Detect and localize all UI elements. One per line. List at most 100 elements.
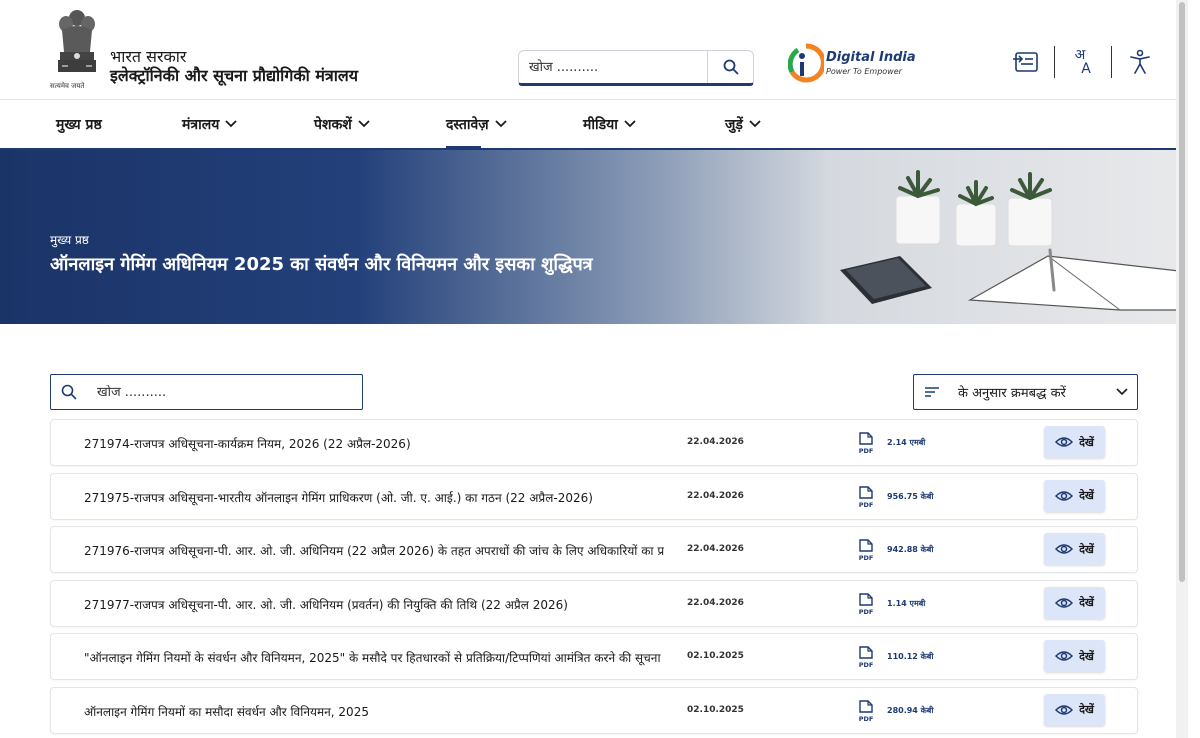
view-button[interactable]: देखें: [1044, 533, 1105, 565]
nav-item-ministry[interactable]: मंत्रालय: [182, 100, 237, 148]
eye-icon: [1055, 597, 1074, 608]
pdf-icon: PDF: [859, 432, 874, 454]
nav-item-documents[interactable]: दस्तावेज़: [446, 100, 507, 150]
view-button[interactable]: देखें: [1044, 426, 1105, 458]
nav-label: दस्तावेज़: [446, 116, 489, 133]
search-icon: [51, 384, 87, 400]
document-title[interactable]: 271975-राजपत्र अधिसूचना-भारतीय ऑनलाइन गे…: [84, 489, 664, 506]
document-date: 22.04.2026: [687, 597, 744, 608]
document-date: 22.04.2026: [687, 490, 744, 501]
header-search: [518, 50, 754, 86]
national-emblem-logo[interactable]: सत्यमेव जयते: [50, 8, 102, 92]
ministry-name[interactable]: भारत सरकार इलेक्ट्रॉनिकी और सूचना प्रौद्…: [110, 48, 358, 86]
svg-text:PDF: PDF: [859, 501, 874, 508]
view-label: देखें: [1079, 596, 1094, 609]
digital-india-icon: [787, 43, 826, 83]
view-label: देखें: [1079, 489, 1094, 502]
document-search-input[interactable]: [97, 384, 362, 400]
document-list: 271974-राजपत्र अधिसूचना-कार्यक्रम नियम, …: [50, 419, 1138, 738]
icon-separator: [1111, 46, 1112, 78]
screen-reader-icon: [1013, 52, 1038, 72]
document-size: 110.12 केबी: [887, 652, 934, 661]
header-search-input[interactable]: [519, 51, 707, 83]
document-title[interactable]: ऑनलाइन गेमिंग नियमों का मसौदा संवर्धन और…: [84, 703, 664, 720]
eye-icon: [1055, 490, 1074, 501]
breadcrumb-home[interactable]: मुख्य प्रष्ठ: [50, 231, 89, 248]
sort-dropdown[interactable]: के अनुसार क्रमबद्ध करें: [913, 374, 1138, 410]
document-row[interactable]: "ऑनलाइन गेमिंग नियमों के संवर्धन और विनि…: [50, 633, 1138, 680]
pdf-icon: PDF: [859, 539, 874, 561]
document-date: 22.04.2026: [687, 437, 744, 447]
view-label: देखें: [1079, 703, 1094, 716]
svg-text:PDF: PDF: [859, 661, 874, 668]
nav-item-media[interactable]: मीडिया: [583, 100, 636, 148]
document-title[interactable]: "ऑनलाइन गेमिंग नियमों के संवर्धन और विनि…: [84, 649, 664, 666]
nav-item-offerings[interactable]: पेशकशें: [314, 100, 370, 148]
view-button[interactable]: देखें: [1044, 586, 1105, 619]
site-header: सत्यमेव जयते भारत सरकार इलेक्ट्रॉनिकी और…: [0, 0, 1188, 100]
page-title: ऑनलाइन गेमिंग अधिनियम 2025 का संवर्धन और…: [50, 254, 593, 275]
document-row[interactable]: 271977-राजपत्र अधिसूचना-पी. आर. ओ. जी. अ…: [50, 579, 1138, 627]
digital-india-title: Digital India: [826, 50, 916, 65]
page-banner: मुख्य प्रष्ठ ऑनलाइन गेमिंग अधिनियम 2025 …: [0, 150, 1188, 324]
screen-reader-button[interactable]: [1012, 46, 1040, 78]
language-glyph-english: A: [1081, 61, 1091, 77]
main-nav: मुख्य प्रष्ठ मंत्रालय पेशकशें दस्तावेज़ …: [0, 100, 1188, 150]
sort-label: के अनुसार क्रमबद्ध करें: [958, 386, 1066, 401]
view-label: देखें: [1079, 649, 1094, 663]
chevron-down-icon: [225, 116, 237, 132]
document-size: 2.14 एमबी: [887, 438, 926, 447]
accessibility-button[interactable]: [1126, 46, 1154, 78]
document-row[interactable]: 271974-राजपत्र अधिसूचना-कार्यक्रम नियम, …: [50, 419, 1138, 466]
page-scrollbar[interactable]: [1176, 0, 1188, 738]
eye-icon: [1055, 704, 1074, 715]
ministry-title: इलेक्ट्रॉनिकी और सूचना प्रौद्योगिकी मंत्…: [110, 66, 359, 85]
digital-india-logo[interactable]: Digital India Power To Empower: [787, 42, 916, 86]
document-date: 02.10.2025: [687, 651, 744, 661]
gov-name: भारत सरकार: [110, 47, 187, 66]
document-title[interactable]: 271977-राजपत्र अधिसूचना-पी. आर. ओ. जी. अ…: [84, 596, 664, 613]
document-title[interactable]: 271976-राजपत्र अधिसूचना-पी. आर. ओ. जी. अ…: [84, 542, 664, 559]
view-button[interactable]: देखें: [1044, 693, 1105, 726]
utility-icons: अ A: [1012, 46, 1154, 78]
svg-text:PDF: PDF: [859, 715, 874, 722]
banner-desk-illustration: [840, 170, 1188, 311]
document-size: 1.14 एमबी: [887, 598, 926, 608]
language-glyph-hindi: अ: [1074, 47, 1086, 63]
page: सत्यमेव जयते भारत सरकार इलेक्ट्रॉनिकी और…: [0, 0, 1188, 738]
document-date: 22.04.2026: [687, 544, 744, 554]
eye-icon: [1055, 437, 1074, 447]
chevron-down-icon: [624, 116, 636, 132]
search-icon: [723, 59, 738, 75]
document-row[interactable]: 271976-राजपत्र अधिसूचना-पी. आर. ओ. जी. अ…: [50, 526, 1138, 573]
document-row[interactable]: 271975-राजपत्र अधिसूचना-भारतीय ऑनलाइन गे…: [50, 472, 1138, 520]
pdf-icon: PDF: [859, 646, 874, 668]
view-label: देखें: [1079, 542, 1094, 556]
document-size: 942.88 केबी: [887, 545, 934, 554]
pdf-icon: PDF: [859, 592, 874, 615]
chevron-down-icon: [1107, 388, 1137, 396]
nav-label: मुख्य प्रष्ठ: [56, 116, 102, 133]
digital-india-subtitle: Power To Empower: [826, 67, 902, 76]
document-row[interactable]: ऑनलाइन गेमिंग नियमों का मसौदा संवर्धन और…: [50, 686, 1138, 734]
view-button[interactable]: देखें: [1044, 640, 1105, 672]
scrollbar-thumb[interactable]: [1179, 2, 1185, 582]
emblem-motto: सत्यमेव जयते: [50, 82, 85, 90]
view-button[interactable]: देखें: [1044, 479, 1105, 512]
svg-text:PDF: PDF: [859, 447, 874, 454]
svg-text:PDF: PDF: [859, 554, 874, 561]
chevron-down-icon: [358, 116, 370, 132]
nav-item-home[interactable]: मुख्य प्रष्ठ: [56, 100, 102, 148]
svg-text:PDF: PDF: [859, 608, 874, 615]
document-search: [50, 374, 363, 410]
sort-icon: [914, 386, 950, 398]
nav-item-connect[interactable]: जुड़ें: [725, 100, 761, 148]
eye-icon: [1055, 544, 1074, 554]
chevron-down-icon: [495, 116, 507, 132]
eye-icon: [1055, 651, 1074, 661]
header-search-button[interactable]: [707, 51, 753, 83]
nav-label: मीडिया: [583, 116, 618, 133]
document-title[interactable]: 271974-राजपत्र अधिसूचना-कार्यक्रम नियम, …: [84, 435, 664, 452]
language-icon: अ A: [1075, 48, 1091, 76]
language-button[interactable]: अ A: [1069, 46, 1097, 78]
